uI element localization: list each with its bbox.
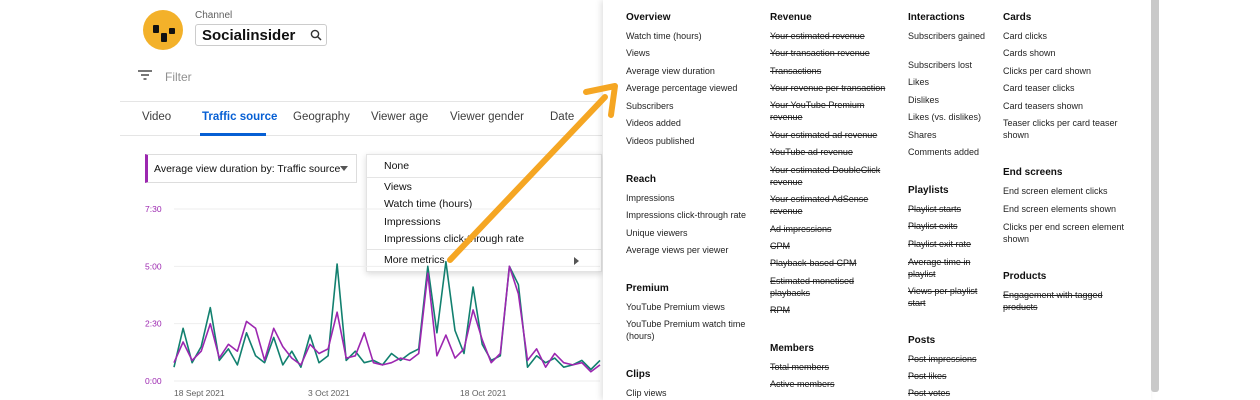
section-title-end-screens: End screens <box>1003 167 1063 178</box>
metric-option[interactable]: Total members <box>770 361 928 373</box>
metric-option[interactable]: Cards shown <box>1003 47 1171 59</box>
y-tick-label: 5:00 <box>145 261 162 271</box>
metric-dropdown-label: Average view duration by: Traffic source <box>154 162 341 175</box>
tab-viewer-gender[interactable]: Viewer gender <box>450 111 524 123</box>
metric-option[interactable]: Average time in playlist <box>908 256 988 280</box>
section-title-overview: Overview <box>626 12 671 23</box>
tab-video[interactable]: Video <box>142 111 171 123</box>
y-tick-label: 2:30 <box>145 319 162 329</box>
metric-option[interactable]: RPM <box>770 304 928 316</box>
x-tick-label: 18 Oct 2021 <box>460 388 507 398</box>
y-tick-label: 0:00 <box>145 376 162 386</box>
menu-item-none[interactable]: None <box>384 160 409 172</box>
section-title-posts: Posts <box>908 335 936 346</box>
metric-option[interactable]: End screen elements shown <box>1003 203 1171 215</box>
section-title-revenue: Revenue <box>770 12 812 23</box>
metric-option[interactable]: Estimated monetised playbacks <box>770 275 888 299</box>
series-line-teal <box>173 260 601 371</box>
channel-selector[interactable]: Socialinsider <box>195 24 327 46</box>
x-tick-label: 18 Sept 2021 <box>174 388 225 398</box>
metric-option[interactable]: Your transaction revenue <box>770 47 928 59</box>
metric-option[interactable]: Your estimated DoubleClick revenue <box>770 164 888 188</box>
menu-item-views[interactable]: Views <box>384 181 412 193</box>
metric-option[interactable]: Your estimated ad revenue <box>770 129 928 141</box>
metric-option[interactable]: Card teasers shown <box>1003 100 1171 112</box>
panel-scrollbar[interactable] <box>1151 0 1159 392</box>
metric-option[interactable]: Post votes <box>908 387 1028 399</box>
metric-option[interactable]: Post impressions <box>908 353 1028 365</box>
dimension-tabs: Video Traffic source Geography Viewer ag… <box>120 102 602 136</box>
metric-option[interactable]: Card teaser clicks <box>1003 82 1171 94</box>
metric-option[interactable]: Views per playlist start <box>908 285 988 309</box>
section-title-clips: Clips <box>626 369 651 380</box>
y-tick-label: 7:30 <box>145 204 162 214</box>
channel-name: Socialinsider <box>202 26 296 44</box>
metric-option[interactable]: YouTube ad revenue <box>770 146 928 158</box>
section-title-reach: Reach <box>626 174 657 185</box>
metric-option[interactable]: End screen element clicks <box>1003 185 1171 197</box>
section-title-playlists: Playlists <box>908 185 949 196</box>
analytics-screen: Channel Socialinsider Filter Video Traff… <box>0 0 1260 400</box>
section-title-premium: Premium <box>626 283 669 294</box>
metric-option[interactable]: CPM <box>770 240 928 252</box>
metric-option[interactable]: Subscribers gained <box>908 30 988 42</box>
caret-down-icon <box>340 166 349 171</box>
metric-option[interactable]: Post likes <box>908 370 1028 382</box>
metric-option[interactable]: Your estimated AdSense revenue <box>770 193 888 217</box>
more-metrics-panel: Overview Watch time (hours) Views Average v… <box>603 0 1151 400</box>
section-title-interactions: Interactions <box>908 12 965 23</box>
metric-option[interactable]: Your estimated revenue <box>770 30 928 42</box>
tab-geography[interactable]: Geography <box>293 111 350 123</box>
metric-option[interactable]: Transactions <box>770 65 928 77</box>
metric-option[interactable]: Engagement with tagged products <box>1003 289 1131 313</box>
tab-traffic-source[interactable]: Traffic source <box>202 111 277 123</box>
metric-option[interactable]: Clicks per end screen element shown <box>1003 221 1131 245</box>
section-title-cards: Cards <box>1003 12 1032 23</box>
channel-avatar[interactable] <box>143 10 183 50</box>
x-tick-label: 3 Oct 2021 <box>308 388 350 398</box>
line-chart: 7:30 5:00 2:30 0:00 18 Sept 2021 3 Oct 2021 18… <box>145 204 601 398</box>
section-title-members: Members <box>770 343 814 354</box>
metric-option[interactable]: Playback-based CPM <box>770 257 928 269</box>
metric-option[interactable]: Clicks per card shown <box>1003 65 1171 77</box>
tab-viewer-age[interactable]: Viewer age <box>371 111 428 123</box>
active-tab-indicator <box>200 133 266 136</box>
channel-label: Channel <box>195 10 233 21</box>
metric-option[interactable]: Active members <box>770 378 928 390</box>
metric-option[interactable]: Teaser clicks per card teaser shown <box>1003 117 1131 141</box>
filter-bar[interactable]: Filter <box>137 68 192 86</box>
tab-date[interactable]: Date <box>550 111 574 123</box>
metric-option[interactable]: Ad impressions <box>770 223 928 235</box>
metric-dropdown[interactable]: Average view duration by: Traffic source <box>145 154 357 183</box>
metric-option[interactable]: Comments added <box>908 146 1028 158</box>
metric-option[interactable]: Card clicks <box>1003 30 1171 42</box>
filter-label: Filter <box>165 70 192 84</box>
metric-option[interactable]: Your YouTube Premium revenue <box>770 99 888 123</box>
search-icon[interactable] <box>306 25 326 45</box>
metric-option[interactable]: Your revenue per transaction <box>770 82 928 94</box>
menu-divider <box>367 177 601 178</box>
metric-option[interactable]: YouTube Premium watch time (hours) <box>626 318 766 342</box>
filter-icon[interactable] <box>137 68 153 86</box>
section-title-products: Products <box>1003 271 1047 282</box>
